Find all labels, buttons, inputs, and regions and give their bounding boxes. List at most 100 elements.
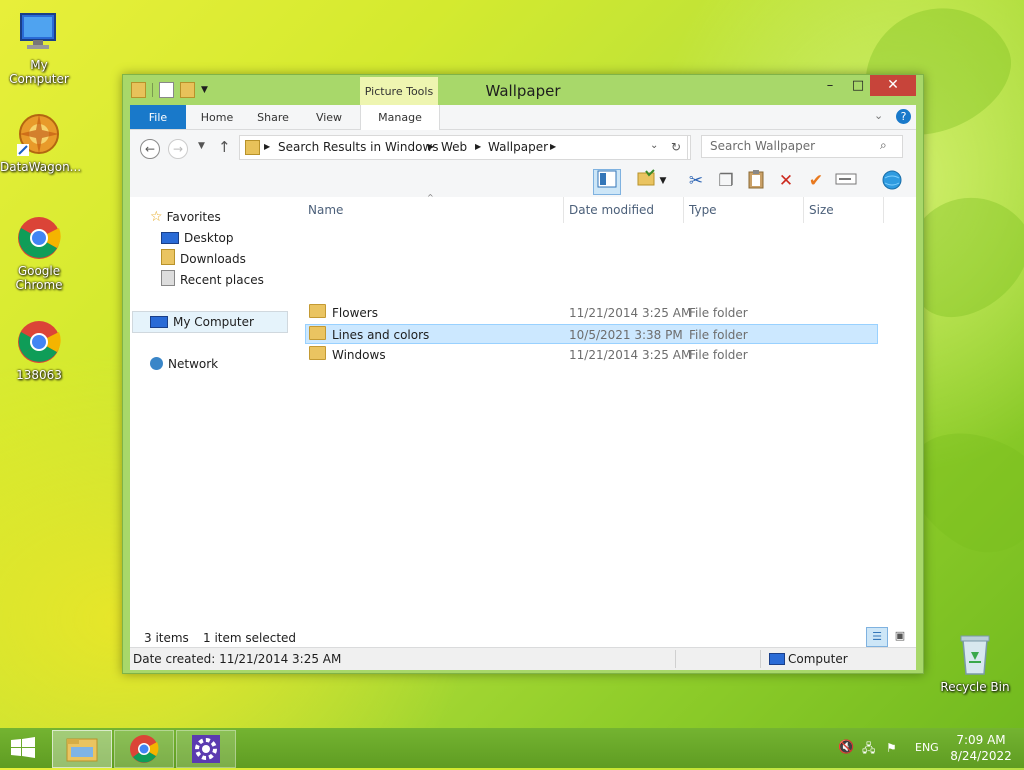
- desktop-icon-google-chrome[interactable]: Google Chrome: [0, 214, 78, 292]
- breadcrumb-search-results[interactable]: Search Results in Windows: [278, 140, 439, 154]
- datawagon-icon: [15, 110, 63, 158]
- tab-home[interactable]: Home: [192, 105, 242, 129]
- cut-icon[interactable]: ✂: [683, 169, 709, 193]
- file-name: Flowers: [309, 303, 378, 323]
- tab-view[interactable]: View: [304, 105, 354, 129]
- tab-share[interactable]: Share: [248, 105, 298, 129]
- address-bar[interactable]: ▶ Search Results in Windows ▶ Web ▶ Wall…: [239, 135, 691, 160]
- language-indicator[interactable]: ENG: [915, 728, 939, 768]
- address-dropdown-icon[interactable]: ⌄: [650, 140, 658, 151]
- file-type: File folder: [689, 328, 748, 342]
- ribbon-tabs: File Home Share View Manage ⌄ ?: [130, 105, 916, 130]
- folder-options-icon[interactable]: [633, 169, 659, 193]
- title-bar[interactable]: ▼ Picture Tools Wallpaper – □ ✕: [123, 75, 923, 105]
- clock[interactable]: 7:09 AM 8/24/2022: [950, 732, 1012, 764]
- file-date: 11/21/2014 3:25 AM: [569, 348, 692, 362]
- navigation-pane[interactable]: ☆ Favorites Desktop Downloads Recent plac…: [130, 197, 290, 627]
- paste-icon[interactable]: [743, 169, 769, 193]
- divider: [760, 650, 761, 668]
- nav-network[interactable]: Network: [150, 354, 218, 374]
- close-button[interactable]: ✕: [870, 75, 916, 96]
- selection-count: 1 item selected: [203, 631, 297, 645]
- breadcrumb-separator-icon[interactable]: ▶: [475, 142, 481, 151]
- nav-label: Network: [168, 357, 219, 371]
- divider: [675, 650, 676, 668]
- taskbar: 🔇 🖧 ⚑ ENG 7:09 AM 8/24/2022: [0, 728, 1024, 768]
- delete-icon[interactable]: ✕: [773, 169, 799, 193]
- explorer-window[interactable]: ▼ Picture Tools Wallpaper – □ ✕ File Hom…: [122, 74, 924, 674]
- forward-button[interactable]: →: [168, 139, 188, 159]
- desktop-icon-label: Recycle Bin: [940, 680, 1010, 694]
- nav-label: Desktop: [184, 231, 234, 245]
- computer-icon: [15, 8, 63, 56]
- file-row-lines-and-colors[interactable]: Lines and colors 10/5/2021 3:38 PM File …: [305, 324, 878, 344]
- desktop-icon-recycle-bin[interactable]: Recycle Bin: [936, 630, 1014, 694]
- nav-my-computer[interactable]: My Computer: [150, 312, 254, 332]
- nav-desktop[interactable]: Desktop: [161, 228, 234, 248]
- minimize-button[interactable]: –: [815, 75, 845, 96]
- search-input[interactable]: Search Wallpaper ⌕: [701, 135, 903, 158]
- details-bar: Date created: 11/21/2014 3:25 AM Compute…: [130, 647, 916, 670]
- refresh-button[interactable]: ↻: [665, 135, 688, 160]
- star-icon: ☆: [150, 209, 163, 225]
- help-icon[interactable]: ?: [896, 109, 911, 124]
- preview-pane-button[interactable]: [593, 169, 621, 195]
- volume-muted-icon[interactable]: 🔇: [838, 728, 854, 768]
- nav-downloads[interactable]: Downloads: [161, 249, 246, 269]
- maximize-button[interactable]: □: [843, 75, 873, 96]
- nav-favorites[interactable]: ☆ Favorites: [150, 207, 221, 227]
- copy-icon[interactable]: ❐: [713, 169, 739, 193]
- expand-ribbon-icon[interactable]: ⌄: [874, 109, 883, 122]
- recent-places-icon: [161, 270, 175, 286]
- gear-icon: [192, 735, 220, 763]
- taskbar-file-explorer[interactable]: [52, 730, 112, 768]
- chevron-down-icon[interactable]: ▼: [657, 169, 669, 193]
- up-button[interactable]: ↑: [218, 138, 231, 156]
- downloads-icon: [161, 249, 175, 265]
- breadcrumb-wallpaper[interactable]: Wallpaper: [488, 140, 548, 154]
- back-button[interactable]: ←: [140, 139, 160, 159]
- file-explorer-icon: [66, 738, 98, 762]
- command-toolbar: ▼ ✂ ❐ ✕ ✔: [130, 166, 916, 197]
- breadcrumb-separator-icon[interactable]: ▶: [428, 142, 434, 151]
- search-placeholder: Search Wallpaper: [710, 139, 816, 153]
- folder-icon: [309, 304, 326, 318]
- action-center-icon[interactable]: ⚑: [886, 728, 897, 768]
- chrome-icon: [15, 318, 63, 366]
- chrome-icon: [130, 735, 159, 763]
- desktop-icon-138063[interactable]: 138063: [0, 318, 78, 382]
- globe-icon[interactable]: [879, 169, 905, 193]
- nav-recent-places[interactable]: Recent places: [161, 270, 264, 290]
- desktop-icon-label: My Computer: [9, 58, 69, 86]
- tab-file[interactable]: File: [130, 105, 186, 129]
- column-header-name[interactable]: Name: [302, 197, 564, 223]
- large-icons-view-button[interactable]: ▣: [890, 627, 910, 645]
- breadcrumb-web[interactable]: Web: [441, 140, 467, 154]
- checkmark-icon[interactable]: ✔: [803, 169, 829, 193]
- taskbar-settings[interactable]: [176, 730, 236, 768]
- start-button[interactable]: [0, 730, 48, 766]
- recent-locations-icon[interactable]: ▼: [198, 141, 205, 151]
- file-row-flowers[interactable]: Flowers 11/21/2014 3:25 AM File folder: [305, 303, 878, 323]
- desktop-icon-datawagon[interactable]: DataWagon...: [0, 110, 81, 174]
- breadcrumb-separator-icon[interactable]: ▶: [264, 142, 270, 151]
- nav-label: Favorites: [166, 210, 221, 224]
- network-icon: [150, 357, 163, 370]
- network-tray-icon[interactable]: 🖧: [862, 728, 875, 768]
- folder-icon: [245, 140, 260, 155]
- status-bar: 3 items 1 item selected ☰ ▣: [130, 627, 916, 647]
- breadcrumb-separator-icon[interactable]: ▶: [550, 142, 556, 151]
- column-header-type[interactable]: Type: [683, 197, 804, 223]
- date-created-text: Date created: 11/21/2014 3:25 AM: [133, 652, 342, 666]
- tab-manage[interactable]: Manage: [360, 105, 440, 130]
- rename-icon[interactable]: [833, 169, 859, 193]
- computer-icon: [769, 653, 785, 665]
- file-row-windows[interactable]: Windows 11/21/2014 3:25 AM File folder: [305, 345, 878, 365]
- taskbar-chrome[interactable]: [114, 730, 174, 768]
- file-name-text: Flowers: [332, 306, 378, 320]
- clock-time: 7:09 AM: [956, 733, 1006, 747]
- column-header-date-modified[interactable]: Date modified: [563, 197, 684, 223]
- details-view-button[interactable]: ☰: [866, 627, 888, 647]
- desktop-icon-my-computer[interactable]: My Computer: [0, 8, 78, 86]
- column-header-size[interactable]: Size: [803, 197, 884, 223]
